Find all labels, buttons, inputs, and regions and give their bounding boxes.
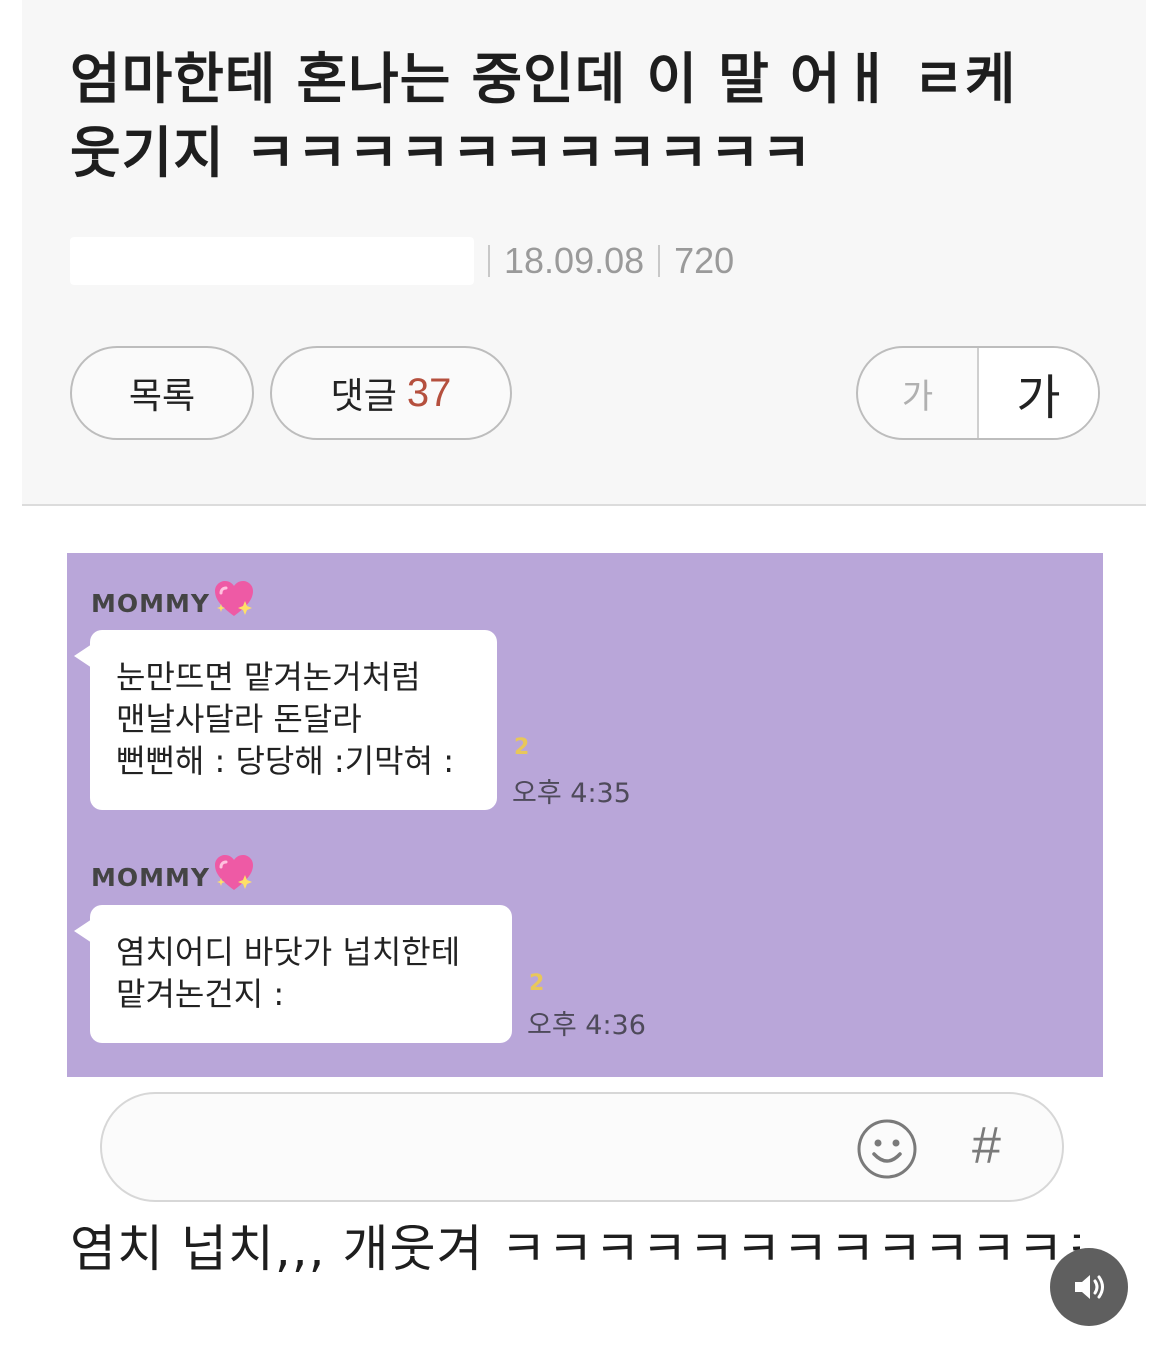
sound-toggle-button[interactable]: [1050, 1248, 1128, 1326]
speaker-icon: [1075, 1275, 1104, 1299]
message-time: 오후 4:35: [512, 778, 631, 809]
font-size-large-button[interactable]: 가: [979, 348, 1098, 438]
smiley-icon[interactable]: [856, 1118, 918, 1180]
post-title-line-2: 웃기지 ㅋㅋㅋㅋㅋㅋㅋㅋㅋㅋㅋ: [70, 121, 813, 185]
sender-name: MOMMY: [91, 862, 210, 892]
list-button[interactable]: 목록: [70, 346, 254, 440]
post-meta: 18.09.08 720: [70, 236, 734, 286]
message-time: 오후 4:36: [527, 1010, 646, 1041]
comments-button[interactable]: 댓글 37: [270, 346, 512, 440]
message-sender: MOMMY: [91, 581, 256, 625]
post-title-line-1: 엄마한테 혼나는 중인데 이 말 어ㅐ ㄹ케: [70, 47, 1017, 111]
font-large-label: 가: [1016, 370, 1061, 426]
message-input-bar[interactable]: #: [100, 1092, 1064, 1202]
hashtag-icon[interactable]: #: [972, 1116, 1001, 1176]
meta-divider: [658, 245, 661, 277]
sparkling-heart-icon: [215, 581, 253, 616]
post-title: 엄마한테 혼나는 중인데 이 말 어ㅐ ㄹ케 웃기지 ㅋㅋㅋㅋㅋㅋㅋㅋㅋㅋㅋ: [70, 42, 1130, 190]
message-line: 눈만뜨면 맡겨논거처럼: [116, 658, 421, 696]
sender-name: MOMMY: [91, 588, 210, 618]
author-name-redacted: [70, 237, 474, 285]
message-sender: MOMMY: [91, 855, 256, 899]
message-line: 맡겨논건지 :: [116, 975, 285, 1013]
meta-divider: [488, 245, 490, 277]
font-size-toggle: 가 가: [856, 346, 1100, 440]
post-date: 18.09.08: [504, 240, 645, 281]
message-line: 뻔뻔해 : 당당해 :기막혀 :: [116, 742, 454, 780]
list-button-label: 목록: [128, 376, 196, 417]
message-line: 맨날사달라 돈달라: [116, 700, 362, 738]
message-bubble: 염치어디 바닷가 넙치한테 맡겨논건지 :: [74, 905, 512, 1043]
caption-text: 염치 넙치,,, 개웃겨 ㅋㅋㅋㅋㅋㅋㅋㅋㅋㅋㅋㅋㅋ: [70, 1220, 1080, 1278]
message-line: 염치어디 바닷가 넙치한테: [116, 933, 461, 971]
comments-button-label: 댓글: [330, 376, 397, 417]
view-count: 720: [674, 240, 735, 281]
chat-screenshot: MOMMY 눈만뜨면 맡겨논거처럼 맨날사달라 돈달라 뻔뻔해 : 당당해 :기…: [67, 553, 1103, 1077]
font-small-label: 가: [901, 376, 934, 417]
unread-count: 2: [514, 735, 530, 760]
message-bubble: 눈만뜨면 맡겨논거처럼 맨날사달라 돈달라 뻔뻔해 : 당당해 :기막혀 :: [74, 630, 497, 810]
font-size-small-button[interactable]: 가: [858, 348, 979, 438]
unread-count: 2: [529, 971, 545, 996]
comment-count: 37: [406, 370, 452, 415]
sparkling-heart-icon: [215, 855, 253, 890]
post-header: 엄마한테 혼나는 중인데 이 말 어ㅐ ㄹ케 웃기지 ㅋㅋㅋㅋㅋㅋㅋㅋㅋㅋㅋ 1…: [22, 0, 1146, 506]
